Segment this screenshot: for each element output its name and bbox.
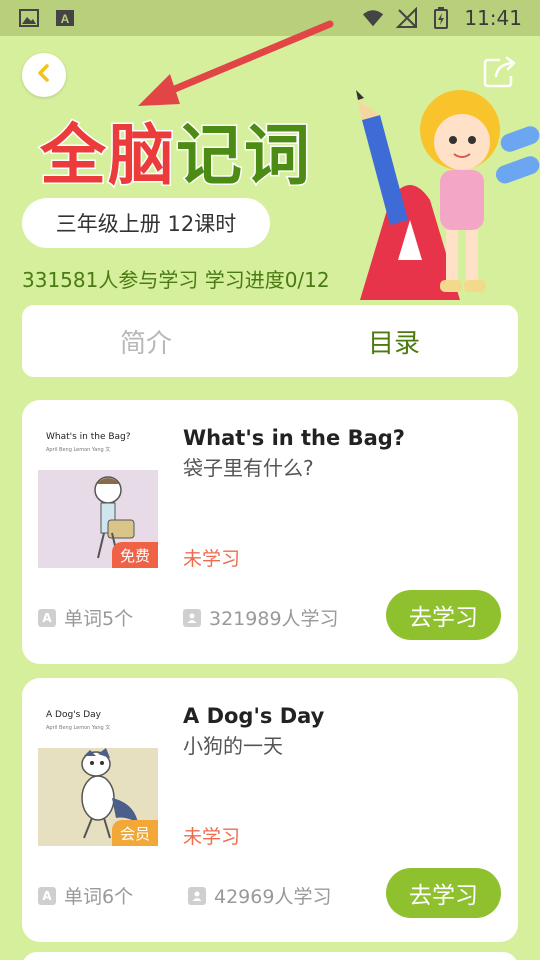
lesson-title-en: What's in the Bag?	[183, 426, 405, 450]
title-red-part: 全脑	[39, 116, 176, 196]
lesson-status: 未学习	[183, 826, 241, 848]
back-button[interactable]	[22, 53, 66, 97]
word-count: A 单词6个	[38, 882, 133, 909]
red-arrow-annotation	[138, 20, 334, 106]
letter-a-icon: A	[38, 886, 56, 905]
start-learning-button[interactable]: 去学习	[386, 590, 501, 640]
cover-title: A Dog's Day	[46, 710, 101, 720]
font-notification-icon: A	[54, 7, 76, 29]
tab-intro[interactable]: 简介	[22, 305, 270, 377]
learner-count-label: 42969人学习	[214, 886, 332, 908]
word-count-label: 单词5个	[64, 608, 134, 630]
lesson-cover: What's in the Bag? April Beng Lemon Yang…	[38, 424, 158, 568]
chevron-left-icon	[36, 63, 52, 87]
lesson-card[interactable]: A Dog's Day April Beng Lemon Yang 文 会员 A…	[22, 678, 518, 942]
tab-catalog[interactable]: 目录	[270, 305, 518, 377]
title-green-part: 记词	[175, 116, 312, 196]
svg-text:A: A	[61, 12, 70, 26]
wifi-icon	[362, 7, 384, 29]
image-notification-icon	[18, 7, 40, 29]
lesson-title-zh: 小狗的一天	[183, 734, 283, 758]
free-badge: 免费	[111, 542, 158, 568]
grade-pill: 三年级上册 12课时	[22, 198, 270, 248]
lesson-title-zh: 袋子里有什么?	[183, 456, 314, 480]
start-learning-button[interactable]: 去学习	[386, 868, 501, 918]
lesson-title-en: A Dog's Day	[183, 704, 325, 728]
girl-pencil-illustration	[356, 90, 540, 300]
no-signal-icon	[396, 7, 418, 29]
lesson-cover: A Dog's Day April Beng Lemon Yang 文 会员	[38, 702, 158, 846]
cover-credits: April Beng Lemon Yang 文	[46, 725, 111, 731]
lesson-status: 未学习	[183, 548, 241, 570]
page-title: 全脑记词	[39, 102, 312, 198]
person-icon	[188, 886, 206, 905]
learner-count: 42969人学习	[188, 882, 331, 909]
tab-bar: 简介 目录	[22, 305, 518, 377]
word-count: A 单词5个	[38, 604, 133, 631]
learner-count: 321989人学习	[183, 604, 339, 631]
hero-header: 全脑记词 三年级上册 12课时 331581人参与学习 学习进度0/12	[0, 20, 540, 306]
letter-a-icon: A	[38, 608, 56, 627]
cover-credits: April Beng Lemon Yang 文	[46, 447, 111, 453]
person-icon	[183, 608, 201, 627]
lesson-card[interactable]: What's in the Bag? April Beng Lemon Yang…	[22, 400, 518, 664]
battery-charging-icon	[430, 7, 452, 29]
cover-title: What's in the Bag?	[46, 432, 131, 442]
status-time: 11:41	[464, 6, 522, 30]
learning-stats: 331581人参与学习 学习进度0/12	[22, 268, 330, 292]
vip-badge: 会员	[111, 820, 158, 846]
learner-count-label: 321989人学习	[209, 608, 339, 630]
word-count-label: 单词6个	[64, 886, 134, 908]
lesson-card-partial[interactable]	[22, 952, 518, 960]
